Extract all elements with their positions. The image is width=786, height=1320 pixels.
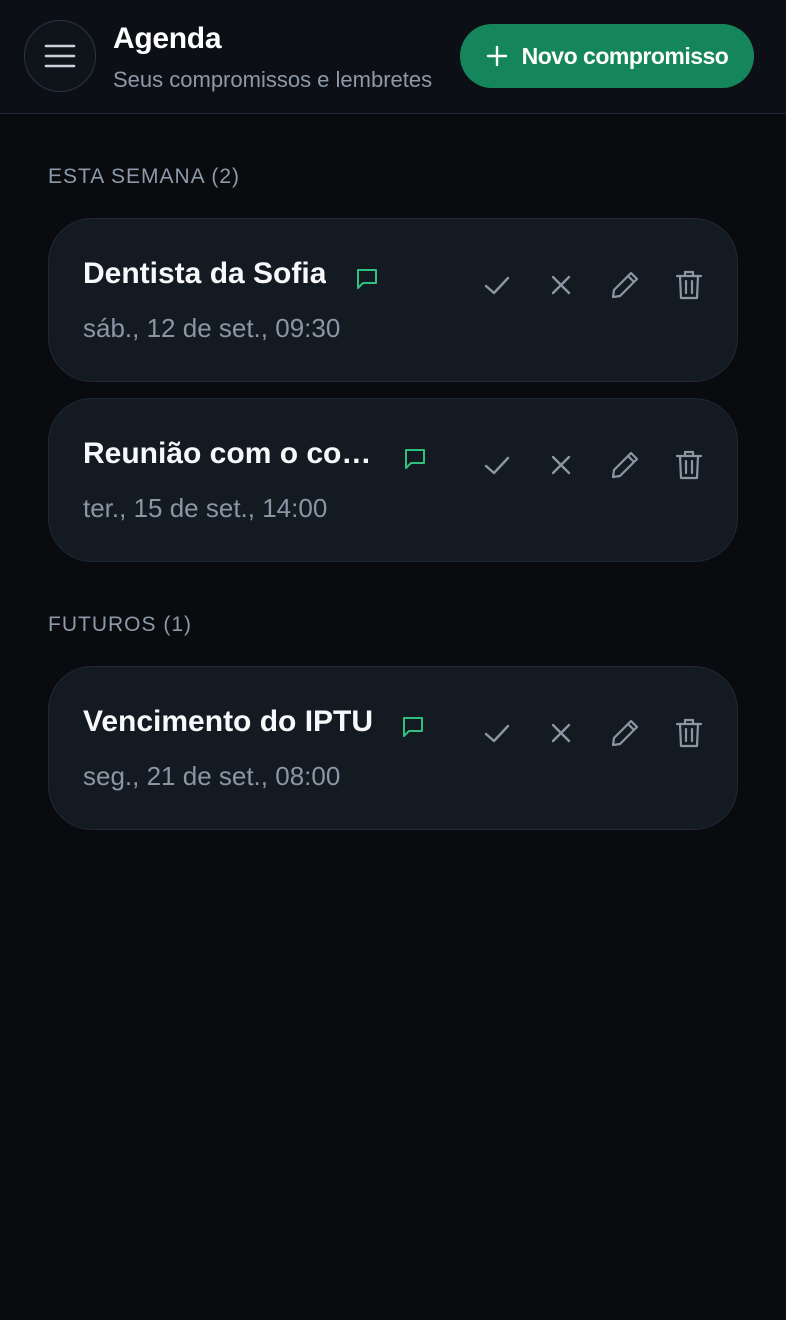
mark-done-button[interactable]: [465, 443, 529, 487]
trash-icon: [675, 450, 703, 480]
edit-button[interactable]: [593, 711, 657, 755]
close-icon: [551, 455, 571, 475]
chat-bubble-icon: [357, 269, 377, 289]
appointment-card[interactable]: Reunião com o con… ter., 15 de set., 14:…: [48, 398, 738, 562]
appointment-actions: [465, 263, 721, 307]
edit-button[interactable]: [593, 443, 657, 487]
appointment-date: ter., 15 de set., 14:00: [83, 493, 328, 523]
check-icon: [484, 276, 510, 295]
mark-done-button[interactable]: [465, 263, 529, 307]
plus-icon: [486, 45, 507, 67]
appointment-date: seg., 21 de set., 08:00: [83, 761, 341, 791]
appointment-title: Reunião com o con…: [83, 437, 385, 470]
section-label-future: FUTUROS (1): [48, 613, 192, 636]
appointment-date: sáb., 12 de set., 09:30: [83, 313, 341, 343]
delete-button[interactable]: [657, 711, 721, 755]
check-icon: [484, 456, 510, 475]
new-appointment-button[interactable]: Novo compromisso: [460, 24, 754, 88]
appointment-actions: [465, 443, 721, 487]
pencil-icon: [611, 719, 639, 747]
cancel-button[interactable]: [529, 711, 593, 755]
section-label-this-week: ESTA SEMANA (2): [48, 165, 240, 188]
appointment-title: Vencimento do IPTU: [83, 705, 374, 738]
appointment-actions: [465, 711, 721, 755]
delete-button[interactable]: [657, 443, 721, 487]
mark-done-button[interactable]: [465, 711, 529, 755]
appointment-card[interactable]: Dentista da Sofia sáb., 12 de set., 09:3…: [48, 218, 738, 382]
delete-button[interactable]: [657, 263, 721, 307]
menu-button[interactable]: [24, 20, 96, 92]
close-icon: [551, 723, 571, 743]
appointment-card[interactable]: Vencimento do IPTU seg., 21 de set., 08:…: [48, 666, 738, 830]
top-bar: Agenda Seus compromissos e lembretes Nov…: [0, 0, 786, 114]
pencil-icon: [611, 451, 639, 479]
hamburger-menu-icon: [44, 44, 76, 68]
cancel-button[interactable]: [529, 263, 593, 307]
close-icon: [551, 275, 571, 295]
check-icon: [484, 724, 510, 743]
page-subtitle: Seus compromissos e lembretes: [113, 67, 433, 92]
trash-icon: [675, 718, 703, 748]
new-appointment-label: Novo compromisso: [521, 42, 729, 69]
chat-bubble-icon: [403, 717, 423, 737]
trash-icon: [675, 270, 703, 300]
pencil-icon: [611, 271, 639, 299]
chat-bubble-icon: [405, 449, 425, 469]
page-title: Agenda: [113, 22, 222, 55]
edit-button[interactable]: [593, 263, 657, 307]
cancel-button[interactable]: [529, 443, 593, 487]
appointment-title: Dentista da Sofia: [83, 257, 327, 290]
